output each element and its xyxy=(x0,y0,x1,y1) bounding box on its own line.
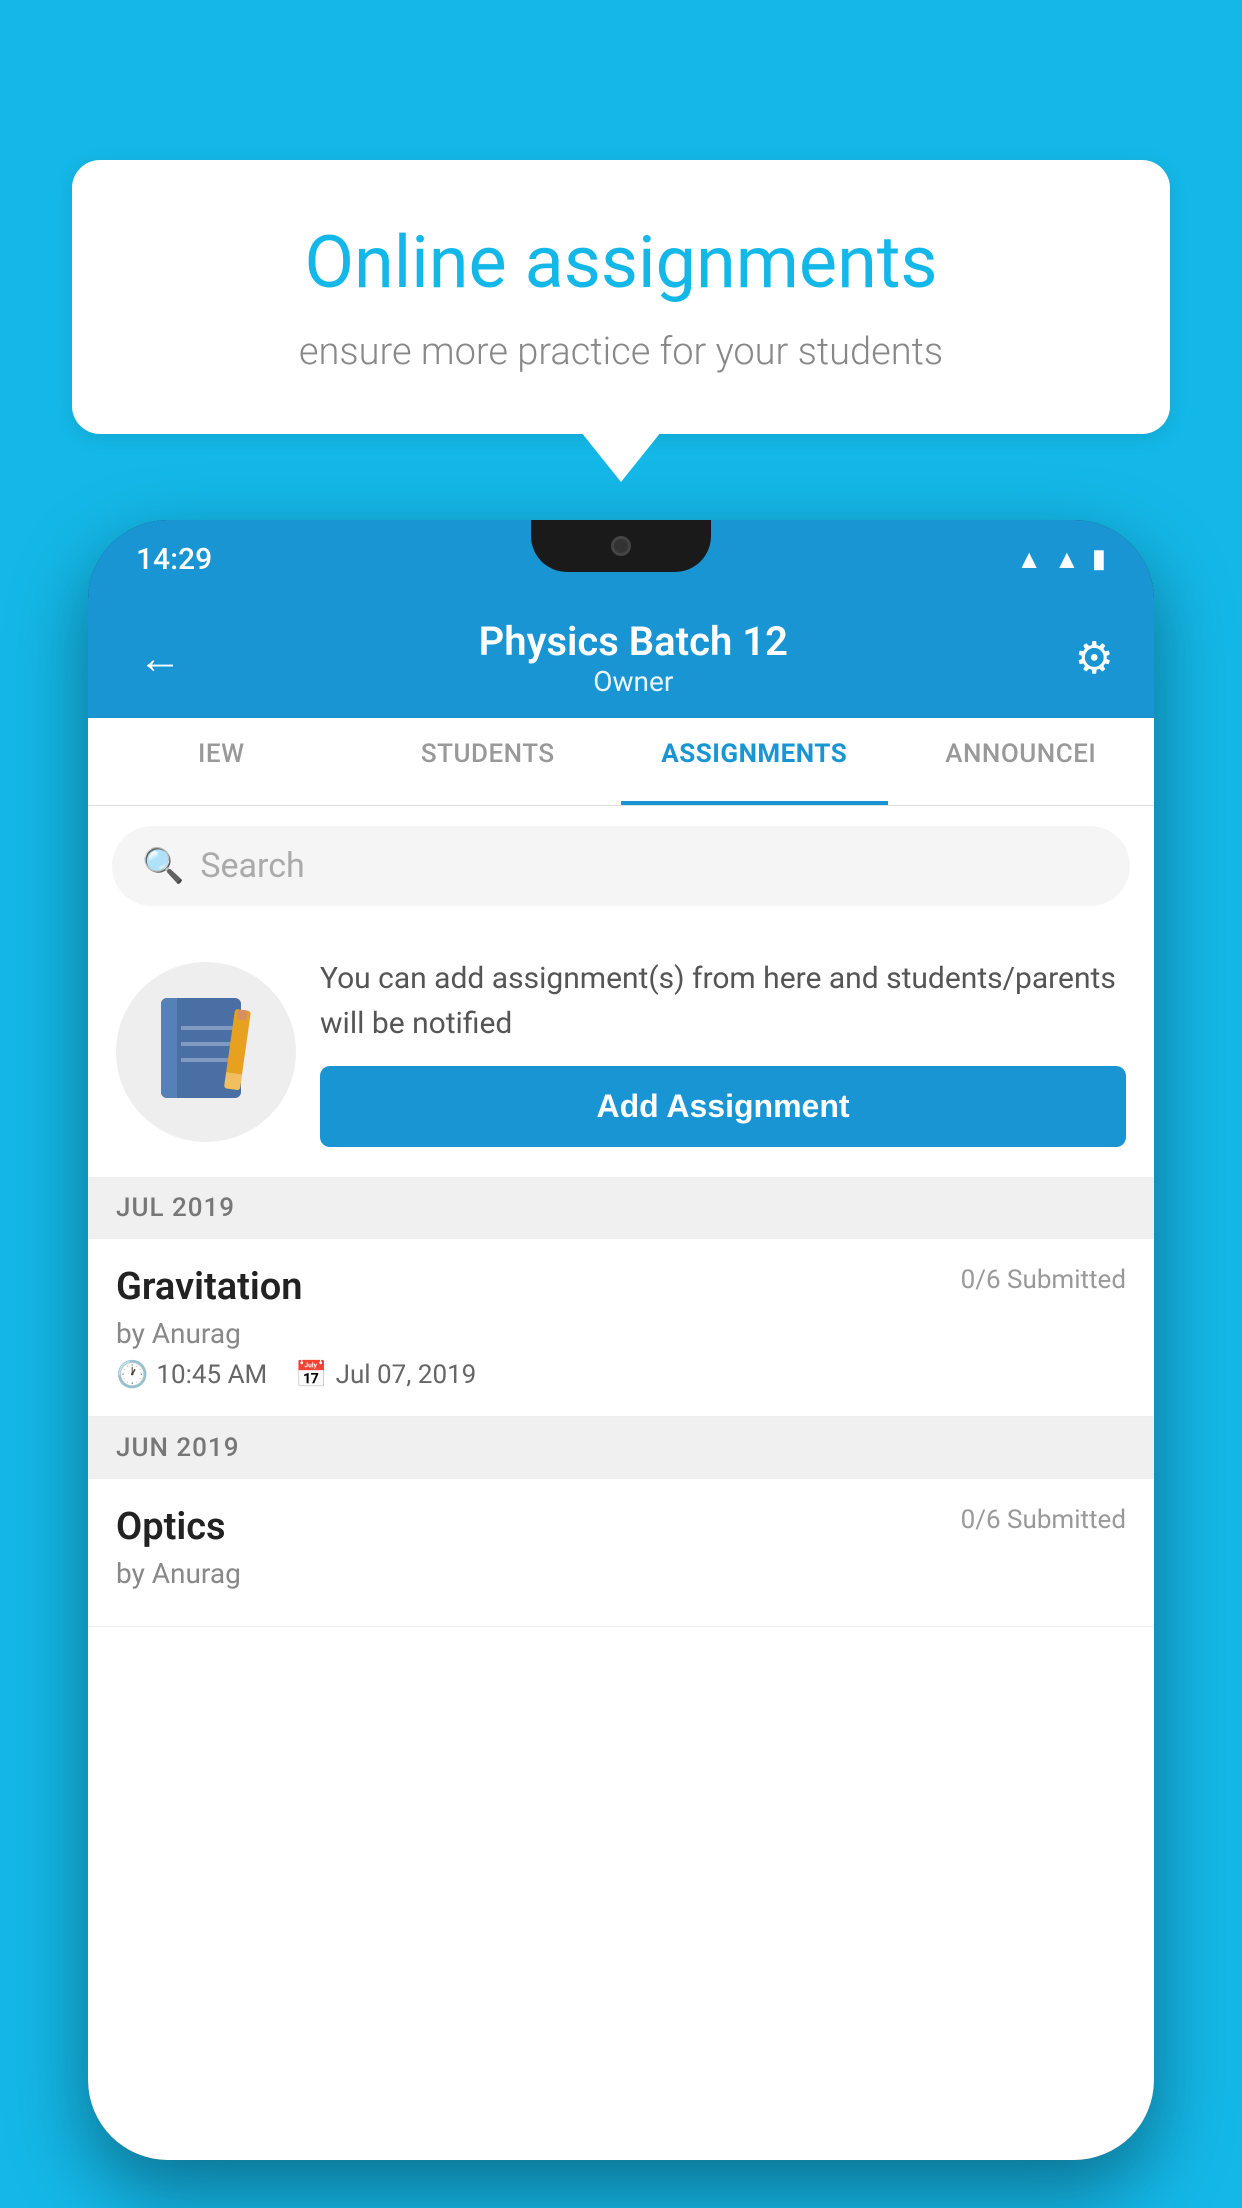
assignment-by: by Anurag xyxy=(116,1317,1126,1350)
phone-camera xyxy=(611,536,631,556)
info-right: You can add assignment(s) from here and … xyxy=(320,956,1126,1147)
speech-bubble-subtitle: ensure more practice for your students xyxy=(142,330,1100,374)
settings-button[interactable]: ⚙ xyxy=(1075,632,1114,684)
status-icons: ▲ ▲ ▮ xyxy=(1016,544,1106,575)
tab-iew[interactable]: IEW xyxy=(88,718,355,805)
assignment-date: 📅 Jul 07, 2019 xyxy=(295,1360,476,1390)
assignment-submitted-optics: 0/6 Submitted xyxy=(961,1505,1126,1535)
status-time: 14:29 xyxy=(136,542,212,577)
assignment-item-header: Gravitation 0/6 Submitted xyxy=(116,1265,1126,1309)
speech-bubble-container: Online assignments ensure more practice … xyxy=(72,160,1170,434)
assignment-name-optics: Optics xyxy=(116,1505,226,1549)
info-box: You can add assignment(s) from here and … xyxy=(88,926,1154,1177)
assignment-time: 🕐 10:45 AM xyxy=(116,1360,267,1390)
tab-bar: IEW STUDENTS ASSIGNMENTS ANNOUNCEI xyxy=(88,718,1154,806)
calendar-icon: 📅 xyxy=(295,1360,327,1390)
header-title-group: Physics Batch 12 Owner xyxy=(479,618,788,698)
assignment-icon-circle xyxy=(116,962,296,1142)
add-assignment-button[interactable]: Add Assignment xyxy=(320,1066,1126,1147)
section-header-jul: JUL 2019 xyxy=(88,1177,1154,1239)
speech-bubble: Online assignments ensure more practice … xyxy=(72,160,1170,434)
wifi-icon: ▲ xyxy=(1016,544,1042,575)
header-title: Physics Batch 12 xyxy=(479,618,788,665)
assignment-meta: 🕐 10:45 AM 📅 Jul 07, 2019 xyxy=(116,1360,1126,1390)
speech-bubble-title: Online assignments xyxy=(142,220,1100,306)
search-placeholder: Search xyxy=(200,846,304,886)
search-bar[interactable]: 🔍 Search xyxy=(112,826,1130,906)
assignment-name: Gravitation xyxy=(116,1265,303,1309)
search-bar-wrap: 🔍 Search xyxy=(88,806,1154,926)
app-header: ← Physics Batch 12 Owner ⚙ xyxy=(88,598,1154,718)
tab-students[interactable]: STUDENTS xyxy=(355,718,622,805)
search-icon: 🔍 xyxy=(142,846,184,886)
section-header-jun: JUN 2019 xyxy=(88,1417,1154,1479)
battery-icon: ▮ xyxy=(1092,544,1106,574)
assignment-item-optics[interactable]: Optics 0/6 Submitted by Anurag xyxy=(88,1479,1154,1627)
tab-assignments[interactable]: ASSIGNMENTS xyxy=(621,718,888,805)
tab-announcements[interactable]: ANNOUNCEI xyxy=(888,718,1155,805)
signal-icon: ▲ xyxy=(1054,544,1080,575)
assignment-item-gravitation[interactable]: Gravitation 0/6 Submitted by Anurag 🕐 10… xyxy=(88,1239,1154,1417)
back-button[interactable]: ← xyxy=(128,622,192,694)
assignment-by-optics: by Anurag xyxy=(116,1557,1126,1590)
phone-frame: 14:29 ▲ ▲ ▮ ← Physics Batch 12 Owner ⚙ I… xyxy=(88,520,1154,2160)
clock-icon: 🕐 xyxy=(116,1360,148,1390)
header-subtitle: Owner xyxy=(479,665,788,698)
assignment-submitted: 0/6 Submitted xyxy=(961,1265,1126,1295)
phone-content: 🔍 Search xyxy=(88,806,1154,2160)
phone-notch xyxy=(531,520,711,572)
info-text: You can add assignment(s) from here and … xyxy=(320,956,1126,1046)
status-bar: 14:29 ▲ ▲ ▮ xyxy=(88,520,1154,598)
assignment-item-header-optics: Optics 0/6 Submitted xyxy=(116,1505,1126,1549)
